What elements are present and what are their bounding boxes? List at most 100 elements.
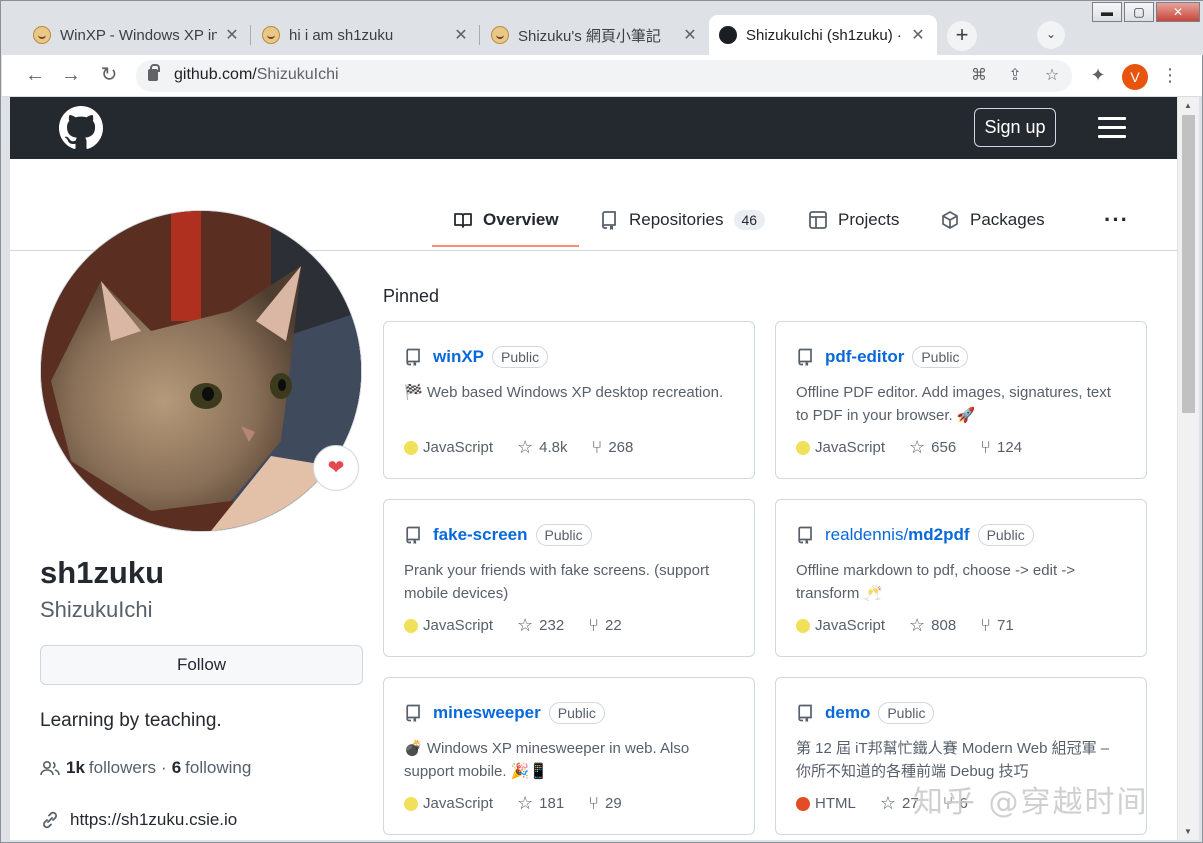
share-icon[interactable]: ⇪ [1004, 66, 1026, 88]
stars-link[interactable]: ☆ 656 [909, 437, 956, 458]
tab-strip: WinXP - Windows XP in ✕ hi i am sh1zuku … [1, 1, 1203, 55]
close-tab-icon[interactable]: ✕ [452, 25, 470, 45]
tab-projects[interactable]: Projects [808, 205, 899, 235]
repo-meta: JavaScript ☆ 181 ⑂ 29 [404, 793, 622, 814]
sign-up-button[interactable]: Sign up [974, 108, 1056, 147]
profile-name: sh1zuku [40, 555, 165, 590]
window-controls: ▬ ▢ ✕ [1090, 2, 1200, 22]
forks-link[interactable]: ⑂ 29 [588, 793, 622, 814]
fork-icon: ⑂ [588, 615, 600, 635]
star-icon: ☆ [879, 793, 896, 813]
stars-link[interactable]: ☆ 4.8k [517, 437, 568, 458]
profile-avatar[interactable]: V [1122, 64, 1148, 90]
package-icon [942, 211, 958, 229]
tab-title: hi i am sh1zuku [289, 26, 394, 44]
repo-link[interactable]: winXP [433, 347, 484, 367]
scroll-down-arrow-icon[interactable]: ▼ [1184, 827, 1192, 836]
pinned-repo-card: fake-screen Public Prank your friends wi… [383, 499, 755, 657]
repo-link[interactable]: pdf-editor [825, 347, 904, 367]
forks-link[interactable]: ⑂ 268 [592, 437, 634, 458]
minimize-button[interactable]: ▬ [1092, 2, 1122, 22]
tab-overview[interactable]: Overview [432, 205, 579, 247]
star-icon: ☆ [517, 793, 534, 813]
followers-link[interactable]: 1k followers [66, 758, 156, 778]
tab-search-button[interactable]: ⌄ [1037, 21, 1065, 49]
star-icon: ☆ [517, 437, 534, 457]
repo-link[interactable]: demo [825, 703, 870, 723]
back-icon[interactable]: ← [22, 63, 48, 89]
repo-icon [406, 348, 420, 366]
pinned-repo-card: pdf-editor Public Offline PDF editor. Ad… [775, 321, 1147, 479]
github-logo-icon[interactable] [59, 106, 103, 150]
visibility-badge: Public [912, 346, 969, 368]
book-icon [454, 213, 472, 228]
pinned-heading: Pinned [383, 286, 440, 306]
profile-bio: Learning by teaching. [40, 710, 222, 731]
forks-link[interactable]: ⑂ 124 [980, 437, 1022, 458]
kebab-menu-icon[interactable]: ⋮ [1158, 64, 1182, 88]
scrollbar-thumb[interactable] [1182, 115, 1195, 413]
forks-link[interactable]: ⑂ 71 [980, 615, 1014, 636]
browser-toolbar: ← → ↻ github.com/ShizukuIchi ⌘ ⇪ ☆ ✦ V ⋮ [2, 55, 1202, 97]
new-tab-button[interactable]: + [947, 21, 977, 51]
lock-icon[interactable] [148, 64, 160, 81]
browser-tab-active[interactable]: ShizukuIchi (sh1zuku) · G ✕ [709, 15, 937, 55]
cat-photo [41, 211, 361, 531]
repo-count-badge: 46 [733, 210, 766, 230]
tab-label: Overview [483, 210, 559, 229]
repo-link[interactable]: fake-screen [433, 525, 528, 545]
doge-favicon-icon [262, 26, 280, 44]
translate-icon[interactable]: ⌘ [968, 66, 990, 88]
follow-button[interactable]: Follow [40, 645, 363, 685]
forks-link[interactable]: ⑂ 22 [588, 615, 622, 636]
following-link[interactable]: 6 following [172, 758, 252, 778]
star-icon: ☆ [909, 615, 926, 635]
stars-link[interactable]: ☆ 181 [517, 793, 564, 814]
close-tab-icon[interactable]: ✕ [681, 25, 699, 45]
close-tab-icon[interactable]: ✕ [223, 25, 241, 45]
forward-icon[interactable]: → [58, 63, 84, 89]
profile-website: https://sh1zuku.csie.io [40, 810, 237, 830]
visibility-badge: Public [548, 702, 605, 724]
url-text[interactable]: github.com/ShizukuIchi [174, 66, 339, 84]
star-icon: ☆ [909, 437, 926, 457]
tab-packages[interactable]: Packages [940, 205, 1045, 235]
repo-description: 💣 Windows XP minesweeper in web. Also su… [404, 740, 690, 780]
profile-username: ShizukuIchi [40, 597, 153, 622]
profile-avatar-image[interactable] [40, 210, 362, 532]
tab-repositories[interactable]: Repositories 46 [599, 205, 766, 235]
repo-icon [798, 348, 812, 366]
people-icon [40, 760, 60, 776]
browser-tab[interactable]: hi i am sh1zuku ✕ [252, 15, 480, 55]
stars-link[interactable]: ☆ 808 [909, 615, 956, 636]
follow-stats: 1k followers · 6 following [40, 758, 251, 778]
repo-meta: JavaScript ☆ 4.8k ⑂ 268 [404, 437, 633, 458]
website-link[interactable]: https://sh1zuku.csie.io [70, 810, 237, 830]
browser-window: WinXP - Windows XP in ✕ hi i am sh1zuku … [0, 0, 1203, 843]
extensions-icon[interactable]: ✦ [1086, 64, 1110, 88]
bookmark-star-icon[interactable]: ☆ [1041, 66, 1063, 88]
reload-icon[interactable]: ↻ [96, 63, 122, 89]
browser-tab[interactable]: Shizuku's 網頁小筆記 ✕ [481, 15, 709, 55]
tab-label: Projects [838, 210, 900, 229]
more-tabs-button[interactable]: ··· [1104, 207, 1129, 233]
close-window-button[interactable]: ✕ [1156, 2, 1200, 22]
address-bar[interactable]: github.com/ShizukuIchi ⌘ ⇪ ☆ [136, 60, 1072, 92]
visibility-badge: Public [878, 702, 935, 724]
maximize-button[interactable]: ▢ [1124, 2, 1154, 22]
repo-link[interactable]: realdennis/md2pdf [825, 525, 970, 545]
language-color-dot [796, 618, 810, 633]
fork-icon: ⑂ [591, 437, 603, 457]
close-tab-icon[interactable]: ✕ [909, 25, 927, 45]
browser-tab[interactable]: WinXP - Windows XP in ✕ [23, 15, 251, 55]
language-color-dot [404, 440, 418, 455]
page-scrollbar[interactable]: ▲ ▼ [1177, 97, 1199, 840]
stars-link[interactable]: ☆ 232 [517, 615, 564, 636]
scroll-up-arrow-icon[interactable]: ▲ [1184, 101, 1192, 110]
visibility-badge: Public [977, 524, 1034, 546]
language-color-dot [404, 796, 418, 811]
repo-link[interactable]: minesweeper [433, 703, 541, 723]
pinned-repo-card: realdennis/md2pdf Public Offline markdow… [775, 499, 1147, 657]
status-heart-icon[interactable]: ❤ [313, 445, 359, 491]
hamburger-menu-icon[interactable] [1098, 117, 1126, 139]
